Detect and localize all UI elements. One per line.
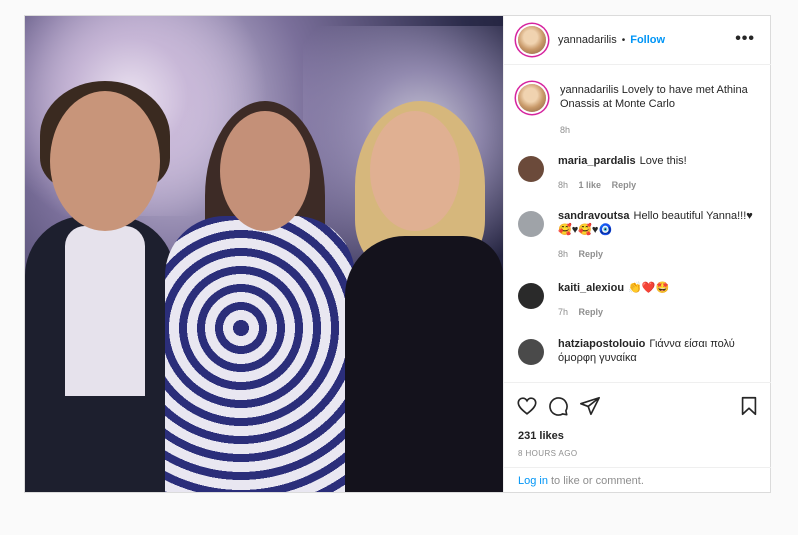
- author-avatar[interactable]: [518, 26, 546, 54]
- likes-count[interactable]: 231 likes: [518, 430, 564, 442]
- post-header: yannadarilis • Follow •••: [504, 16, 771, 65]
- follow-button[interactable]: Follow: [630, 34, 665, 46]
- post-sidebar: yannadarilis • Follow ••• yannadarilis L…: [503, 16, 771, 492]
- comment-icon[interactable]: [547, 395, 569, 417]
- commenter-username[interactable]: sandravoutsa: [558, 210, 630, 222]
- author-username[interactable]: yannadarilis: [558, 34, 617, 46]
- reply-button[interactable]: Reply: [579, 307, 604, 317]
- comment-item: kaiti_alexiou 👏❤️🤩 7h Reply: [518, 281, 763, 319]
- comment-text: Love this!: [639, 155, 687, 167]
- person-2-dress: [165, 216, 355, 492]
- person-3-dress: [345, 236, 503, 492]
- comment-item: hatziapostolouio Γιάννα είσαι πολύ όμορφη…: [518, 337, 763, 365]
- post-date: 8 HOURS AGO: [518, 449, 578, 458]
- separator-dot: •: [621, 34, 626, 46]
- person-1-face: [50, 91, 160, 231]
- comment-text: 👏❤️🤩: [628, 282, 670, 294]
- reply-button[interactable]: Reply: [612, 180, 637, 190]
- commenter-avatar[interactable]: [518, 283, 544, 309]
- commenter-avatar[interactable]: [518, 339, 544, 365]
- comment-item: maria_pardalis Love this! 8h 1 like Reply: [518, 154, 763, 192]
- post-photo[interactable]: [25, 16, 503, 492]
- comment-emoji: 🥰♥🥰♥🧿: [558, 224, 613, 236]
- login-prompt: Log in to like or comment.: [504, 467, 771, 494]
- caption: yannadarilis Lovely to have met Athina O…: [518, 83, 763, 137]
- login-link[interactable]: Log in: [518, 475, 548, 487]
- person-2-face: [220, 111, 310, 231]
- comment-text: Hello beautiful Yanna!!!♥: [633, 210, 753, 222]
- commenter-username[interactable]: maria_pardalis: [558, 155, 636, 167]
- caption-avatar[interactable]: [518, 84, 546, 112]
- post-actions: 231 likes 8 HOURS AGO Log in to like or …: [504, 382, 771, 493]
- comment-likes[interactable]: 1 like: [579, 180, 602, 190]
- heart-icon[interactable]: [516, 395, 538, 417]
- caption-time: 8h: [560, 125, 571, 135]
- bookmark-icon[interactable]: [738, 395, 760, 417]
- commenter-avatar[interactable]: [518, 211, 544, 237]
- comment-time: 7h: [558, 307, 569, 317]
- commenter-avatar[interactable]: [518, 156, 544, 182]
- commenter-username[interactable]: hatziapostolouio: [558, 338, 645, 350]
- instagram-post: yannadarilis • Follow ••• yannadarilis L…: [24, 15, 771, 493]
- more-options-icon[interactable]: •••: [735, 30, 755, 48]
- comment-item: sandravoutsa Hello beautiful Yanna!!!♥ 🥰♥…: [518, 209, 763, 261]
- commenter-username[interactable]: kaiti_alexiou: [558, 282, 624, 294]
- share-icon[interactable]: [579, 395, 601, 417]
- comments-list[interactable]: yannadarilis Lovely to have met Athina O…: [504, 65, 771, 381]
- comment-time: 8h: [558, 249, 569, 259]
- caption-username[interactable]: yannadarilis: [560, 84, 619, 96]
- reply-button[interactable]: Reply: [579, 249, 604, 259]
- person-3-face: [370, 111, 460, 231]
- login-text: to like or comment.: [550, 475, 644, 487]
- comment-time: 8h: [558, 180, 569, 190]
- person-1-shirt: [65, 226, 145, 396]
